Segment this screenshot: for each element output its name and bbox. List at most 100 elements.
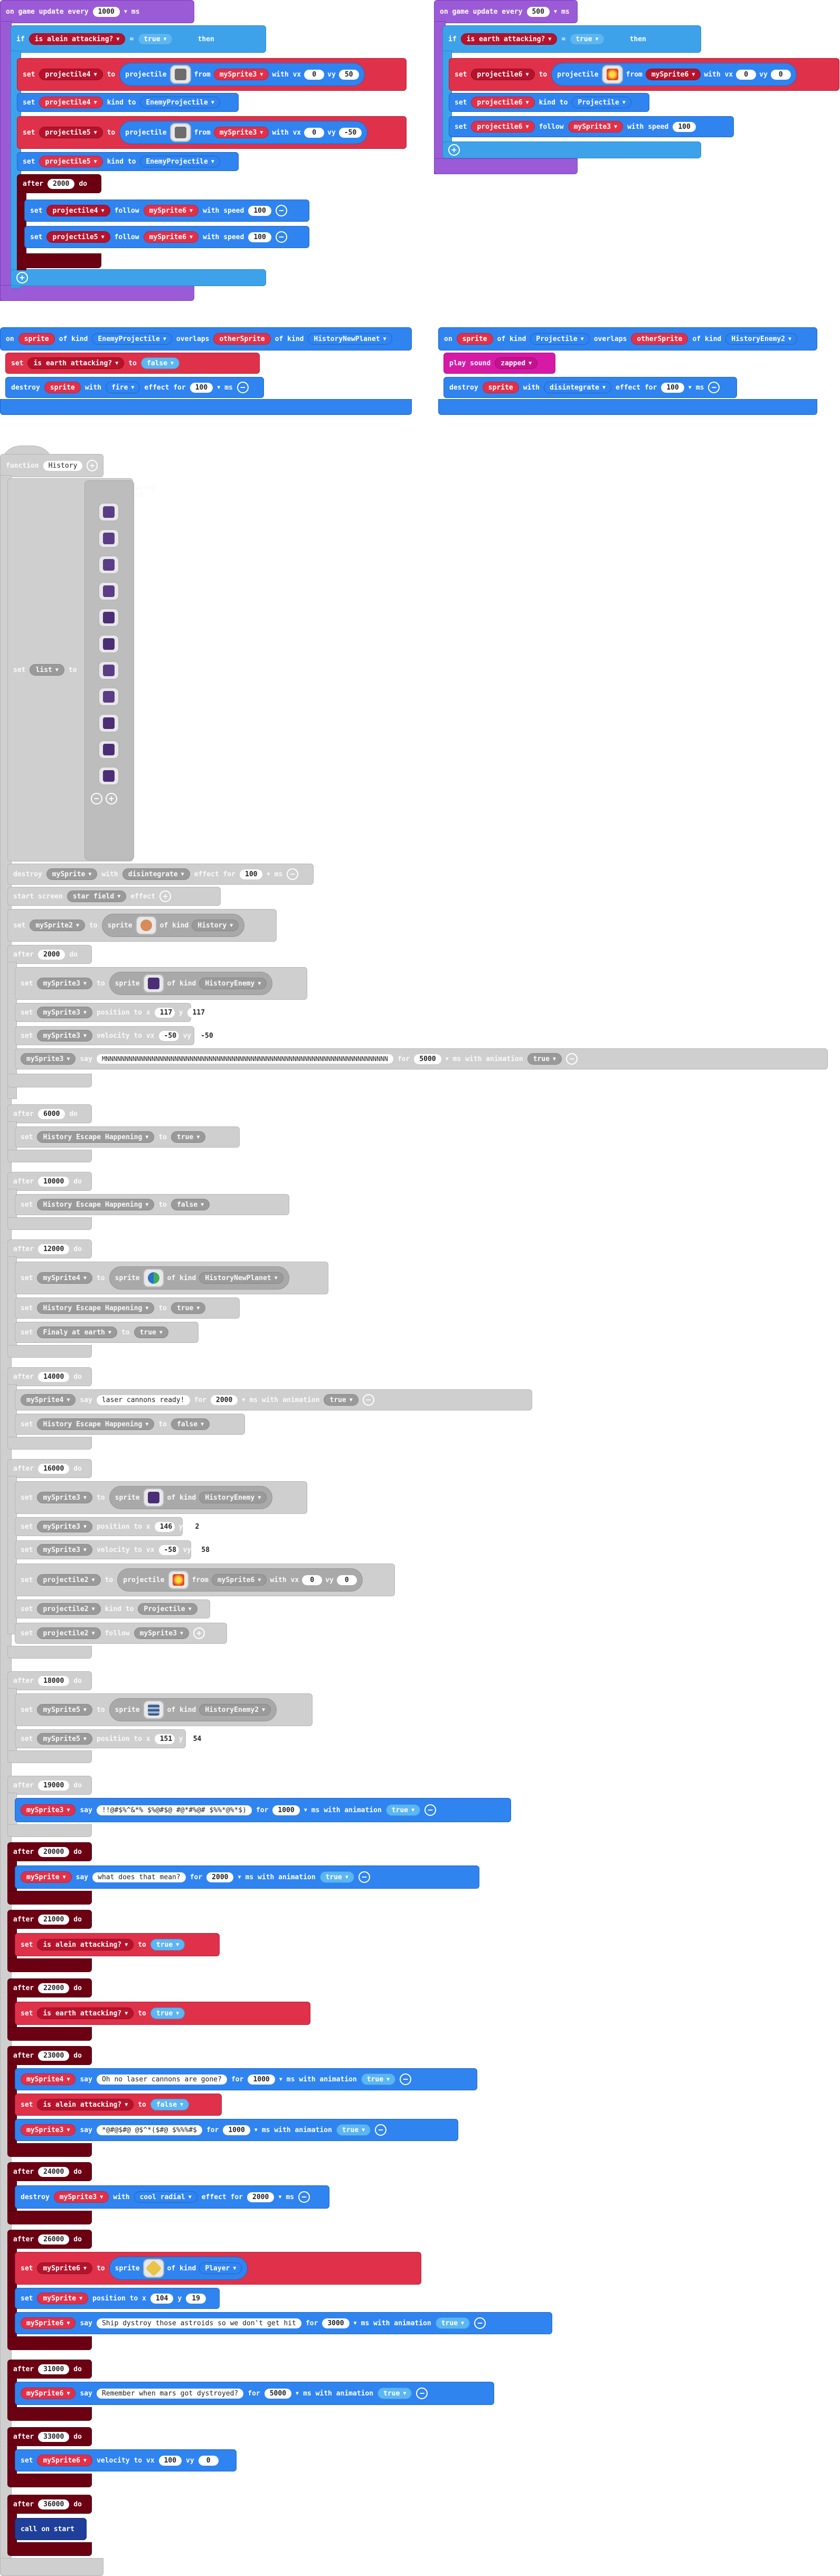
variable-dropdown[interactable]: History Escape Happening ▼: [37, 1199, 155, 1210]
set-projectile4-block[interactable]: set projectile4 ▼ to projectile from mySp…: [17, 58, 407, 91]
start-screen-effect-block[interactable]: start screen star field ▼ effect +: [7, 887, 221, 906]
bool-dropdown[interactable]: true ▼: [138, 33, 173, 45]
image-picker[interactable]: [143, 2259, 164, 2278]
image-picker[interactable]: [169, 123, 191, 142]
set-position-block[interactable]: set mySprite3 ▼ position to x 146 y2: [15, 1517, 207, 1536]
image-picker[interactable]: [98, 714, 119, 733]
say-block[interactable]: mySprite6 ▼ say Remember when mars got dy…: [15, 2382, 494, 2405]
variable-dropdown[interactable]: mySprite ▼: [46, 868, 98, 880]
bool-dropdown[interactable]: true ▼: [150, 1939, 185, 1950]
set-position-block[interactable]: set mySprite ▼ position to x 104 y 19: [15, 2288, 220, 2309]
destroy-effect-block[interactable]: destroy sprite with disintegrate ▼ effect…: [443, 377, 737, 398]
projectile-from-block[interactable]: projectile from mySprite6 ▼ with vx 0 vy 0: [551, 63, 797, 86]
kind-dropdown[interactable]: HistoryEnemy ▼: [199, 1492, 267, 1503]
after-2000-block[interactable]: after 2000 do: [17, 174, 101, 193]
remove-icon[interactable]: −: [275, 231, 287, 243]
bool-dropdown[interactable]: true ▼: [134, 1327, 168, 1338]
play-sound-block[interactable]: play sound zapped ▼: [443, 353, 555, 374]
say-text-field[interactable]: laser cannons ready!: [96, 1395, 190, 1405]
variable-dropdown[interactable]: projectile4 ▼: [46, 205, 110, 216]
set-variable-block[interactable]: set History Escape Happening ▼ to true ▼: [15, 1298, 240, 1319]
after-31000-block[interactable]: after 31000 do: [7, 2360, 92, 2379]
set-position-block[interactable]: set mySprite3 ▼ position to x 117 y 117: [15, 1003, 207, 1022]
bool-dropdown[interactable]: true ▼: [171, 1302, 206, 1314]
variable-dropdown[interactable]: mySprite3 ▼: [213, 127, 269, 138]
if-block[interactable]: if is earth attacking? ▼ = true ▼ then: [442, 25, 701, 53]
follow-block[interactable]: set projectile6 ▼ follow mySprite3 ▼ with …: [449, 116, 734, 137]
after-19000-block[interactable]: after 19000 do: [7, 1776, 92, 1795]
equals-operator[interactable]: =: [129, 35, 134, 43]
variable-dropdown[interactable]: projectile2 ▼: [37, 1627, 101, 1639]
image-picker[interactable]: [601, 65, 623, 84]
set-sprite-block[interactable]: set mySprite2 ▼ to sprite of kind History…: [7, 909, 277, 942]
image-picker[interactable]: [143, 1488, 164, 1507]
chevron-down-icon[interactable]: ▼: [554, 9, 557, 15]
sprite-of-kind-block[interactable]: sprite of kind HistoryEnemy2 ▼: [109, 1698, 277, 1721]
variable-dropdown[interactable]: mySprite3 ▼: [37, 1030, 92, 1041]
image-picker[interactable]: [135, 916, 157, 935]
remove-icon[interactable]: −: [708, 382, 720, 393]
remove-icon[interactable]: −: [362, 1394, 374, 1406]
image-picker[interactable]: [98, 766, 119, 785]
set-sprite-block[interactable]: set mySprite4 ▼ to sprite of kind History…: [15, 1262, 328, 1294]
function-block[interactable]: function History +: [0, 454, 103, 477]
variable-dropdown[interactable]: mySprite6 ▼: [37, 2455, 92, 2466]
destroy-effect-block[interactable]: destroy sprite with fire ▼ effect for 100…: [5, 377, 264, 398]
image-picker[interactable]: [98, 740, 119, 759]
say-text-field[interactable]: !!@#$%^&*% $%@#$@ #@*#%@# $%%*@%*$): [96, 1805, 252, 1815]
variable-dropdown[interactable]: mySprite6 ▼: [143, 231, 199, 243]
remove-icon[interactable]: −: [287, 868, 299, 880]
variable-dropdown[interactable]: is alein attacking? ▼: [29, 33, 126, 45]
set-kind-block[interactable]: set projectile2 ▼ kind to Projectile ▼: [15, 1599, 210, 1618]
bool-dropdown[interactable]: true ▼: [319, 1871, 354, 1883]
image-picker[interactable]: [98, 634, 119, 654]
variable-dropdown[interactable]: projectile2 ▼: [37, 1603, 101, 1615]
variable-dropdown[interactable]: mySprite4 ▼: [21, 1394, 76, 1406]
remove-icon[interactable]: −: [375, 2124, 387, 2136]
variable-dropdown[interactable]: mySprite ▼: [21, 1871, 72, 1883]
add-icon[interactable]: +: [448, 144, 460, 156]
set-variable-block[interactable]: set is earth attacking? ▼ to true ▼: [15, 2002, 310, 2025]
overlap-event-block[interactable]: on sprite of kind EnemyProjectile ▼ overl…: [0, 327, 412, 351]
after-18000-block[interactable]: after 18000 do: [7, 1671, 92, 1690]
variable-dropdown[interactable]: mySprite3 ▼: [53, 2191, 109, 2203]
variable-dropdown[interactable]: mySprite5 ▼: [37, 1704, 92, 1716]
set-position-block[interactable]: set mySprite5 ▼ position to x 151 y 54: [15, 1729, 207, 1748]
game-update-500-block[interactable]: on game update every 500 ▼ ms: [434, 0, 578, 23]
variable-dropdown[interactable]: mySprite6 ▼: [21, 2388, 76, 2399]
after-2000-block[interactable]: after 2000 do: [7, 945, 92, 964]
bool-dropdown[interactable]: true ▼: [324, 1394, 358, 1406]
variable-dropdown[interactable]: mySprite2 ▼: [30, 920, 85, 931]
kind-dropdown[interactable]: Projectile ▼: [572, 97, 631, 108]
kind-dropdown[interactable]: Projectile ▼: [138, 1603, 197, 1615]
after-16000-block[interactable]: after 16000 do: [7, 1459, 92, 1478]
variable-dropdown[interactable]: mySprite3 ▼: [213, 69, 269, 80]
image-picker[interactable]: [98, 529, 119, 548]
variable-dropdown[interactable]: projectile2 ▼: [37, 1574, 101, 1586]
sprite-of-kind-block[interactable]: sprite of kind History ▼: [101, 914, 245, 937]
set-projectile-block[interactable]: set projectile2 ▼ to projectile from mySp…: [15, 1564, 395, 1596]
variable-dropdown[interactable]: otherSprite: [631, 333, 688, 345]
variable-dropdown[interactable]: History Escape Happening ▼: [37, 1131, 155, 1143]
if-block[interactable]: if is alein attacking? ▼ = true ▼ then: [11, 25, 266, 53]
bool-dropdown[interactable]: true ▼: [336, 2124, 371, 2136]
effect-dropdown[interactable]: fire ▼: [106, 382, 140, 393]
remove-icon[interactable]: −: [416, 2388, 428, 2399]
remove-icon[interactable]: −: [91, 793, 102, 804]
set-variable-block[interactable]: set Finaly at earth ▼ to true ▼: [15, 1322, 199, 1343]
variable-dropdown[interactable]: Finaly at earth ▼: [37, 1327, 117, 1338]
variable-dropdown[interactable]: mySprite3 ▼: [37, 978, 92, 989]
variable-dropdown[interactable]: sprite: [18, 333, 55, 345]
remove-icon[interactable]: −: [275, 205, 287, 216]
image-picker[interactable]: [169, 65, 191, 84]
variable-dropdown[interactable]: is earth attacking? ▼: [37, 2007, 134, 2019]
variable-dropdown[interactable]: mySprite6 ▼: [21, 2317, 76, 2329]
remove-icon[interactable]: −: [237, 382, 249, 393]
image-picker[interactable]: [98, 608, 119, 627]
variable-dropdown[interactable]: mySprite4 ▼: [21, 2073, 76, 2085]
bool-dropdown[interactable]: false ▼: [150, 2099, 190, 2110]
after-22000-block[interactable]: after 22000 do: [7, 1978, 92, 1997]
after-36000-block[interactable]: after 36000 do: [7, 2495, 92, 2514]
variable-dropdown[interactable]: otherSprite: [213, 333, 271, 345]
variable-dropdown[interactable]: is alein attacking? ▼: [37, 2099, 134, 2110]
